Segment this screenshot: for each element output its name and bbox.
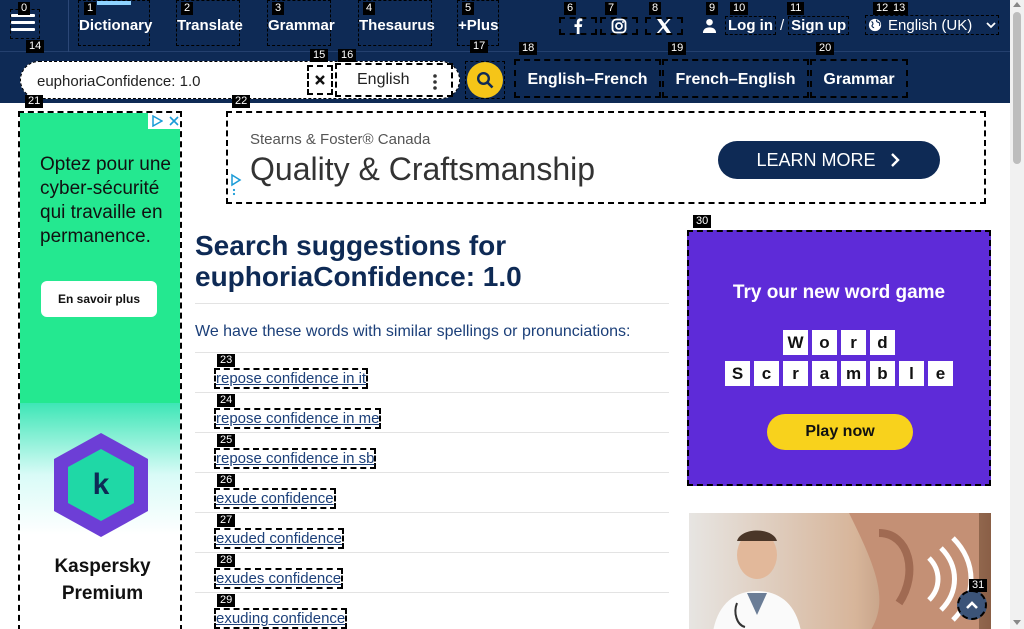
list-item: 28 exudes confidence <box>195 552 669 592</box>
dict-link-grammar[interactable]: Grammar <box>810 59 908 98</box>
page-scrollbar[interactable] <box>1010 0 1024 629</box>
element-badge: 3 <box>272 2 285 15</box>
auth-links: Log in / Sign up <box>702 14 850 36</box>
doctor-image <box>713 530 801 629</box>
element-badge: 18 <box>519 42 538 55</box>
element-badge: 5 <box>462 2 475 15</box>
element-badge: 13 <box>890 2 909 15</box>
nav-divider <box>68 0 69 52</box>
list-item: 27 exuded confidence <box>195 512 669 552</box>
clear-search-button[interactable] <box>307 65 333 95</box>
search-bar: 14 15 16 English 17 18 English–French 19… <box>0 40 1010 103</box>
kaspersky-logo-icon: k <box>54 433 148 537</box>
globe-icon <box>868 18 882 32</box>
suggestion-link[interactable]: exudes confidence <box>214 568 344 589</box>
list-item: 29 exuding confidence <box>195 592 669 629</box>
svg-text:k: k <box>93 468 110 501</box>
left-ad-brand: Kaspersky Premium <box>54 556 151 604</box>
site-language-select[interactable]: English (UK) <box>865 15 1000 35</box>
auth-separator: / <box>780 16 785 34</box>
element-badge: 1 <box>84 2 97 15</box>
instagram-icon[interactable] <box>600 17 638 35</box>
element-badge: 22 <box>232 95 251 108</box>
word-game-headline: Try our new word game <box>732 282 946 303</box>
element-badge: 30 <box>693 215 712 228</box>
search-results: Search suggestions for euphoriaConfidenc… <box>195 230 669 629</box>
page-title: Search suggestions for euphoriaConfidenc… <box>195 230 522 292</box>
hearing-advertisement[interactable] <box>689 513 991 629</box>
list-item: 25 repose confidence in sb <box>195 432 669 472</box>
element-badge: 0 <box>18 2 31 15</box>
ad-choices-icon[interactable] <box>230 173 242 197</box>
left-ad-text: Optez pour une cyber-sécurité qui travai… <box>40 154 171 247</box>
dictionary-language-label: English <box>357 71 410 88</box>
chevron-right-icon <box>890 153 900 167</box>
login-link[interactable]: Log in <box>725 15 776 35</box>
list-item: 24 repose confidence in me <box>195 392 669 432</box>
element-badge: 17 <box>470 40 489 53</box>
play-now-button[interactable]: Play now <box>767 414 913 450</box>
element-badge: 16 <box>338 49 357 62</box>
ad-choices-icon[interactable] <box>148 113 180 129</box>
banner-ad-headline: Quality & Craftsmanship <box>250 151 596 187</box>
element-badge: 2 <box>181 2 194 15</box>
element-badge: 6 <box>564 2 577 15</box>
element-badge: 31 <box>969 579 988 592</box>
signup-link[interactable]: Sign up <box>788 15 850 35</box>
list-item: 26 exude confidence <box>195 472 669 512</box>
banner-ad-sponsor: Stearns & Foster® Canada <box>250 131 431 148</box>
element-badge: 9 <box>706 2 719 15</box>
suggestion-list: 23 repose confidence in it 24 repose confi… <box>195 352 669 629</box>
search-submit-button[interactable] <box>465 61 505 99</box>
element-badge: 19 <box>668 42 687 55</box>
suggestion-link[interactable]: repose confidence in it <box>214 368 369 389</box>
chevron-down-icon <box>986 22 996 29</box>
element-badge: 4 <box>363 2 376 15</box>
element-badge: 8 <box>649 2 662 15</box>
banner-advertisement[interactable]: Stearns & Foster® Canada Quality & Craft… <box>226 111 986 204</box>
dict-link-english-french[interactable]: English–French <box>514 59 661 98</box>
top-nav: 0 1 Dictionary 2 Translate 3 Grammar 4 T… <box>0 0 1010 52</box>
chevron-up-icon <box>966 601 978 609</box>
element-badge: 10 <box>730 2 749 15</box>
element-badge: 7 <box>605 2 618 15</box>
scroll-to-top-button[interactable] <box>957 590 987 620</box>
search-input[interactable] <box>37 68 305 94</box>
element-badge: 21 <box>25 95 44 108</box>
dictionary-language-select[interactable]: English <box>335 63 453 97</box>
search-icon <box>476 71 494 89</box>
more-vertical-icon <box>433 74 437 90</box>
close-icon <box>315 75 325 85</box>
site-language-label: English (UK) <box>888 16 973 34</box>
page: 0 1 Dictionary 2 Translate 3 Grammar 4 T… <box>0 0 1024 629</box>
suggestions-intro: We have these words with similar spellin… <box>195 323 631 340</box>
left-advertisement[interactable]: Optez pour une cyber-sécurité qui travai… <box>18 111 182 629</box>
suggestion-link[interactable]: repose confidence in me <box>214 408 382 429</box>
user-icon <box>702 18 717 33</box>
word-tiles-row2: Scramble <box>689 361 989 386</box>
suggestion-link[interactable]: exuded confidence <box>214 528 344 549</box>
facebook-icon[interactable] <box>559 17 597 35</box>
element-badge: 15 <box>310 49 329 62</box>
scrollbar-thumb[interactable] <box>1013 12 1021 164</box>
word-tiles-row1: Word <box>689 330 989 355</box>
element-badge: 14 <box>26 40 45 53</box>
banner-ad-cta-button[interactable]: LEARN MORE <box>718 141 940 179</box>
element-badge: 20 <box>816 42 835 55</box>
element-badge: 11 <box>787 2 805 15</box>
list-item: 23 repose confidence in it <box>195 352 669 392</box>
word-game-advertisement[interactable]: Try our new word game Word Scramble Play… <box>687 230 991 486</box>
search-box: 15 16 English <box>20 49 460 99</box>
suggestion-link[interactable]: exude confidence <box>214 488 336 509</box>
suggestion-link[interactable]: repose confidence in sb <box>214 448 377 469</box>
ear-image <box>849 513 979 629</box>
x-twitter-icon[interactable] <box>645 17 683 35</box>
element-badge: 12 <box>873 2 892 15</box>
suggestion-link[interactable]: exuding confidence <box>214 608 348 629</box>
left-ad-cta-button[interactable]: En savoir plus <box>41 281 157 317</box>
dict-link-french-english[interactable]: French–English <box>662 59 809 98</box>
